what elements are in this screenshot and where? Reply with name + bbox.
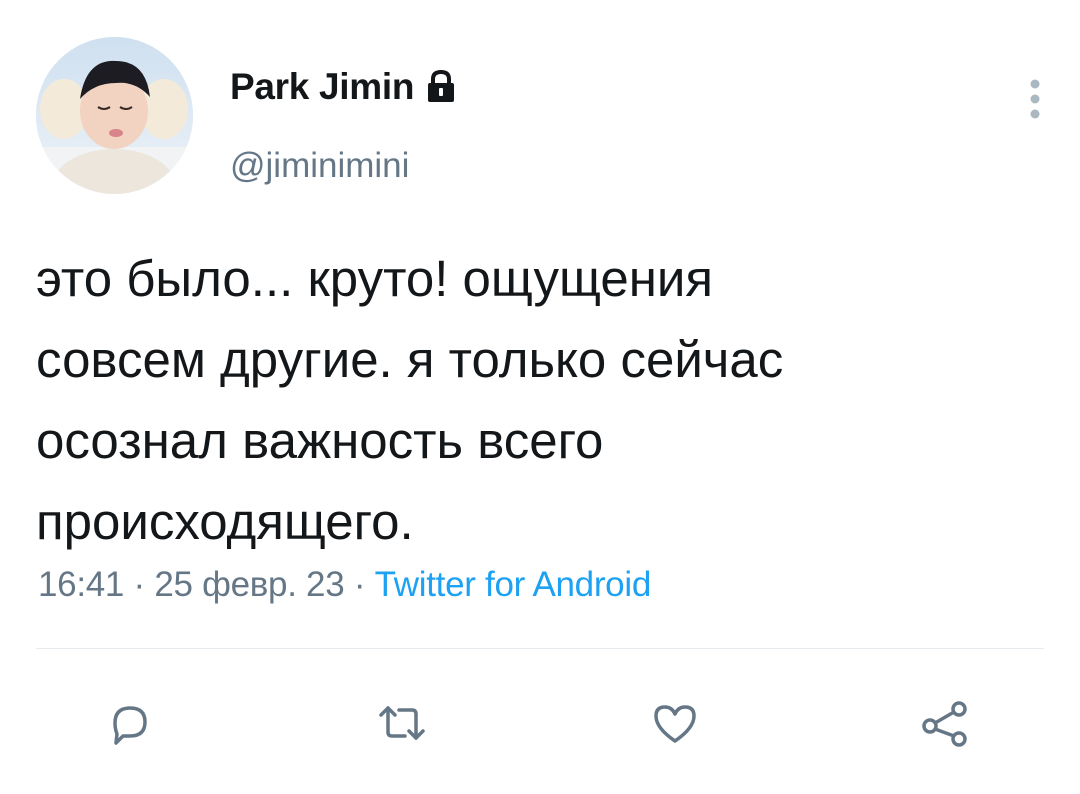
- tweet-date[interactable]: 25 февр. 23: [154, 565, 344, 604]
- avatar-image: [36, 37, 193, 194]
- like-button[interactable]: [645, 693, 705, 753]
- meta-separator: ·: [353, 565, 366, 604]
- tweet-time[interactable]: 16:41: [38, 565, 124, 604]
- divider: [36, 648, 1044, 649]
- tweet-meta: 16:41 · 25 февр. 23 · Twitter for Androi…: [38, 565, 651, 605]
- tweet-text-line: совсем другие. я только сейчас: [36, 331, 784, 388]
- handle[interactable]: @jiminimini: [230, 146, 409, 186]
- meta-separator: ·: [133, 565, 146, 604]
- tweet-text-line: осознал важность всего: [36, 412, 604, 469]
- reply-icon: [113, 706, 147, 745]
- reply-button[interactable]: [100, 693, 160, 753]
- retweet-icon: [379, 706, 425, 740]
- lock-icon: [424, 69, 458, 105]
- like-icon: [654, 705, 696, 743]
- tweet-text-line: происходящего.: [36, 493, 414, 550]
- tweet-text: это было... круто! ощущения совсем други…: [36, 238, 1046, 562]
- display-name-text: Park Jimin: [230, 66, 415, 107]
- tweet-source-link[interactable]: Twitter for Android: [375, 565, 652, 604]
- avatar[interactable]: [36, 37, 193, 194]
- retweet-button[interactable]: [372, 693, 432, 753]
- display-name[interactable]: Park Jimin: [230, 66, 458, 108]
- share-icon: [922, 701, 967, 747]
- tweet-text-line: это было... круто! ощущения: [36, 250, 713, 307]
- share-button[interactable]: [915, 693, 975, 753]
- more-options-icon[interactable]: [1020, 76, 1050, 126]
